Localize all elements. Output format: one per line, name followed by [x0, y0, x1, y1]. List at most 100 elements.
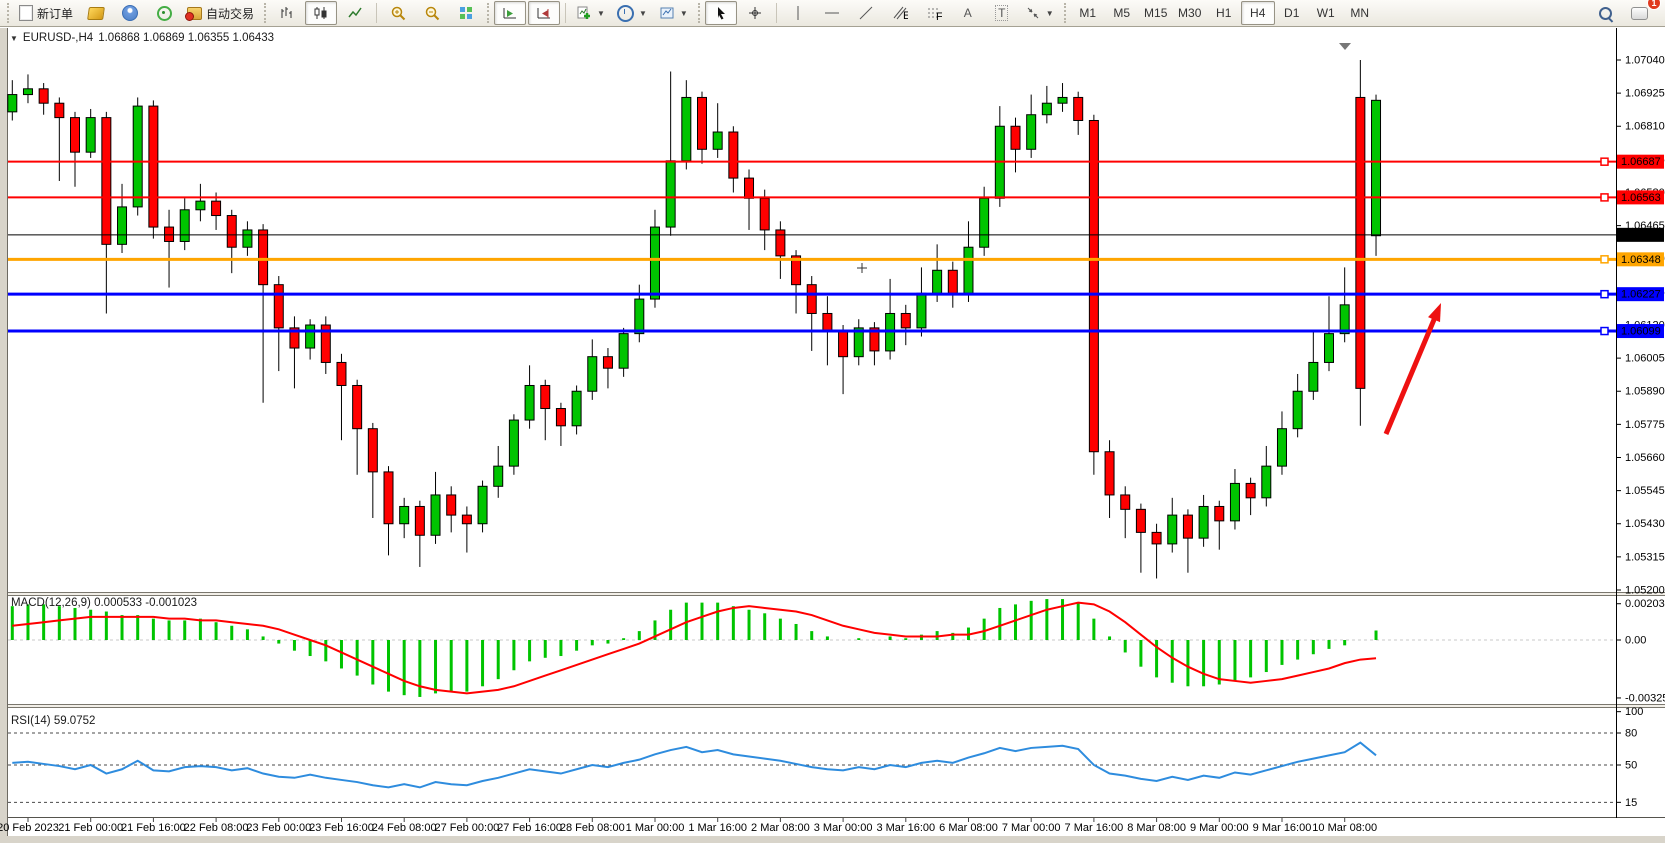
candle-bearish	[1246, 483, 1255, 497]
search-button[interactable]	[1589, 1, 1621, 25]
timeframe-button-m1[interactable]: M1	[1071, 1, 1105, 25]
candle-bearish	[1089, 120, 1098, 451]
crosshair-button[interactable]	[739, 1, 771, 25]
timeframe-button-h4[interactable]: H4	[1241, 1, 1275, 25]
vertical-line-icon	[792, 5, 804, 21]
candle-bullish	[400, 506, 409, 523]
time-tick-label: 9 Mar 16:00	[1253, 822, 1312, 834]
time-tick-label: 22 Feb 08:00	[184, 822, 249, 834]
candle-bullish	[1027, 115, 1036, 150]
fibonacci-button[interactable]: F	[918, 1, 950, 25]
time-tick-label: 23 Feb 00:00	[246, 822, 311, 834]
tile-windows-button[interactable]	[450, 1, 482, 25]
timeframe-button-d1[interactable]: D1	[1275, 1, 1309, 25]
new-order-button[interactable]: 新订单	[14, 1, 78, 25]
candle-bearish	[447, 495, 456, 515]
time-tick-label: 24 Feb 08:00	[372, 822, 437, 834]
timeframe-button-m5[interactable]: M5	[1105, 1, 1139, 25]
profile-button[interactable]	[114, 1, 146, 25]
macd-tick-label: -0.003256	[1625, 692, 1665, 704]
periods-button[interactable]: ▼	[612, 1, 652, 25]
trendline-button[interactable]	[850, 1, 882, 25]
rsi-indicator-label: RSI(14) 59.0752	[11, 715, 95, 727]
time-tick-label: 9 Mar 00:00	[1190, 822, 1249, 834]
candle-bearish	[353, 385, 362, 428]
window-bottom-border	[0, 836, 1665, 843]
line-chart-icon	[347, 5, 363, 21]
chevron-down-icon: ▼	[1046, 9, 1054, 18]
timeframe-button-w1[interactable]: W1	[1309, 1, 1343, 25]
bar-chart-icon	[279, 5, 295, 21]
candle-bullish	[572, 391, 581, 426]
candle-bearish	[212, 201, 221, 215]
candle-bearish	[1011, 126, 1020, 149]
price-badge-label: 1.06348	[1621, 254, 1661, 266]
dropdown-triangle-icon: ▼	[10, 34, 18, 43]
candle-bullish	[8, 95, 17, 112]
candle-bullish	[1058, 97, 1067, 103]
chart-canvas[interactable]: 1.070401.069251.068101.066951.065801.064…	[0, 28, 1665, 843]
candle-bearish	[729, 132, 738, 178]
chart-symbol-period: EURUSD-,H4	[23, 32, 93, 44]
macd-tick-label: 0.00	[1625, 635, 1646, 647]
macd-indicator-label: MACD(12,26,9) 0.000533 -0.001023	[11, 597, 197, 609]
candle-bullish	[933, 270, 942, 293]
hline-handle[interactable]	[1601, 194, 1608, 201]
chevron-down-icon: ▼	[639, 9, 647, 18]
candle-bearish	[1356, 97, 1365, 388]
time-tick-label: 21 Feb 00:00	[58, 822, 123, 834]
time-tick-label: 27 Feb 16:00	[497, 822, 562, 834]
arrows-shapes-icon	[1025, 5, 1041, 21]
rsi-tick-label: 100	[1625, 706, 1643, 718]
timeframe-button-m15[interactable]: M15	[1139, 1, 1173, 25]
timeframe-button-m30[interactable]: M30	[1173, 1, 1207, 25]
metaeditor-button[interactable]	[80, 1, 112, 25]
hline-handle[interactable]	[1601, 291, 1608, 298]
auto-trading-button[interactable]: 自动交易	[182, 1, 259, 25]
candlestick-chart-button[interactable]	[305, 1, 337, 25]
indicators-button[interactable]: ▼	[571, 1, 610, 25]
text-button[interactable]: A	[952, 1, 984, 25]
candle-bearish	[149, 106, 158, 227]
cursor-button[interactable]	[705, 1, 737, 25]
toolbar-separator	[565, 3, 566, 23]
clock-icon	[617, 5, 634, 22]
hline-handle[interactable]	[1601, 158, 1608, 165]
text-label-button[interactable]: T	[986, 1, 1018, 25]
timeframe-button-h1[interactable]: H1	[1207, 1, 1241, 25]
candle-bullish	[682, 97, 691, 160]
candle-bearish	[839, 331, 848, 357]
horizontal-line-button[interactable]	[816, 1, 848, 25]
candle-bullish	[713, 132, 722, 149]
candle-bearish	[760, 198, 769, 230]
timeframe-button-mn[interactable]: MN	[1343, 1, 1377, 25]
vertical-line-button[interactable]	[782, 1, 814, 25]
auto-scroll-button[interactable]	[494, 1, 526, 25]
candle-bullish	[917, 293, 926, 328]
candle-bullish	[619, 334, 628, 369]
chart-shift-button[interactable]	[528, 1, 560, 25]
text-tool-icon: A	[964, 6, 972, 20]
candle-bullish	[23, 89, 32, 95]
signals-button[interactable]	[148, 1, 180, 25]
notifications-button[interactable]: 1	[1623, 1, 1655, 25]
chart-title[interactable]: ▼ EURUSD-,H4 1.06868 1.06869 1.06355 1.0…	[10, 32, 274, 44]
candle-bullish	[133, 106, 142, 207]
hline-handle[interactable]	[1601, 328, 1608, 335]
bar-chart-button[interactable]	[271, 1, 303, 25]
zoom-in-button[interactable]	[382, 1, 414, 25]
candle-bearish	[259, 230, 268, 285]
shapes-button[interactable]: ▼	[1020, 1, 1059, 25]
zoom-out-button[interactable]	[416, 1, 448, 25]
auto-trading-icon	[187, 7, 202, 20]
candle-bearish	[698, 97, 707, 149]
hline-handle[interactable]	[1601, 256, 1608, 263]
candle-bearish	[462, 515, 471, 524]
line-chart-button[interactable]	[339, 1, 371, 25]
candle-bullish	[494, 466, 503, 486]
candle-bearish	[1136, 509, 1145, 532]
channel-button[interactable]: E	[884, 1, 916, 25]
templates-button[interactable]: ▼	[654, 1, 693, 25]
price-tick-label: 1.05775	[1625, 419, 1665, 431]
chat-bubble-icon	[1631, 7, 1648, 20]
